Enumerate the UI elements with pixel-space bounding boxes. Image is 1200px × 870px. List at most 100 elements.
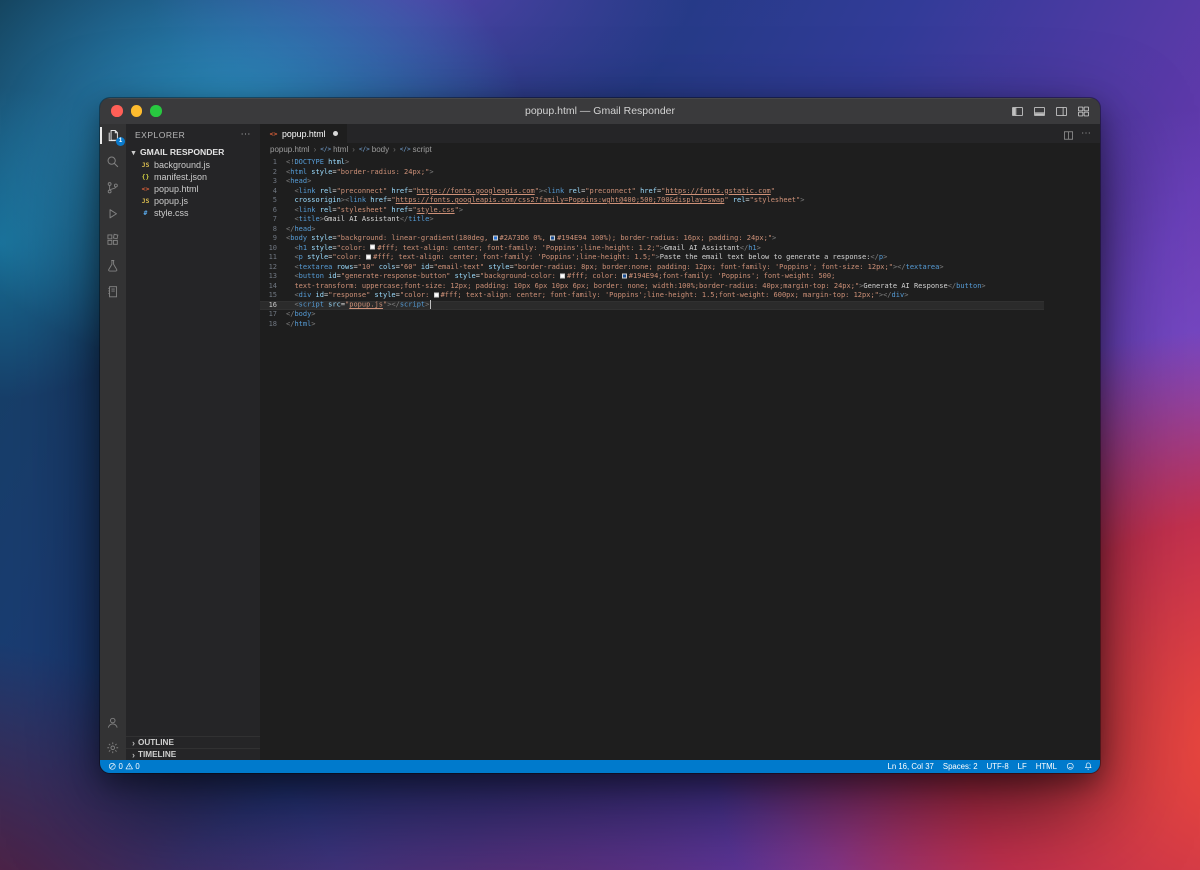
code-line-12[interactable]: 12 <textarea rows="10" cols="60" id="ema… — [260, 263, 1100, 273]
file-item-style.css[interactable]: # style.css — [126, 207, 260, 219]
zoom-button[interactable] — [150, 105, 162, 117]
color-swatch[interactable] — [366, 254, 372, 259]
code-line-4[interactable]: 4 <link rel="preconnect" href="https://f… — [260, 187, 1100, 197]
code-line-3[interactable]: 3 <head> — [260, 177, 1100, 187]
code-lines: 1 <!DOCTYPE html> 2 <html style="border-rad… — [260, 158, 1100, 329]
code-line-15[interactable]: 15 <div id="response" style="color: #fff… — [260, 291, 1100, 301]
close-button[interactable] — [111, 105, 123, 117]
activity-bar: 1 — [100, 124, 126, 760]
problems-indicator[interactable]: 0 0 — [108, 762, 140, 771]
code-line-18[interactable]: 18 </html> — [260, 320, 1100, 330]
file-item-manifest.json[interactable]: {} manifest.json — [126, 171, 260, 183]
tab-actions: ⋯ — [1063, 124, 1100, 143]
code-text: </html> — [286, 319, 316, 328]
line-number: 4 — [272, 186, 277, 195]
activity-settings-icon[interactable] — [100, 740, 126, 755]
code-line-6[interactable]: 6 <link rel="stylesheet" href="style.css… — [260, 206, 1100, 216]
activity-explorer-icon[interactable]: 1 — [100, 127, 126, 146]
color-swatch[interactable] — [621, 273, 627, 278]
folder-section-header[interactable]: ▾ GMAIL RESPONDER — [126, 145, 260, 159]
color-swatch[interactable] — [550, 235, 556, 240]
code-line-10[interactable]: 10 <h1 style="color: #fff; text-align: c… — [260, 244, 1100, 254]
code-editor[interactable]: 1 <!DOCTYPE html> 2 <html style="border-rad… — [260, 156, 1100, 760]
timeline-section[interactable]: › TIMELINE — [126, 748, 260, 760]
breadcrumb-item-script[interactable]: </> script — [400, 145, 432, 154]
code-line-9[interactable]: 9 <body style="background: linear-gradien… — [260, 234, 1100, 244]
encoding-setting[interactable]: UTF-8 — [987, 762, 1009, 771]
tab-popup-html[interactable]: <> popup.html — [260, 124, 347, 143]
code-line-14[interactable]: 14 text-transform: uppercase;font-size: … — [260, 282, 1100, 292]
breadcrumb-item-body[interactable]: </> body — [359, 145, 389, 154]
code-text: <textarea rows="10" cols="60" id="email-… — [294, 262, 944, 271]
language-mode[interactable]: HTML — [1036, 762, 1057, 771]
code-text: <link rel="stylesheet" href="style.css"> — [294, 205, 464, 214]
code-line-8[interactable]: 8 </head> — [260, 225, 1100, 235]
cursor-position[interactable]: Ln 16, Col 37 — [887, 762, 933, 771]
file-item-popup.js[interactable]: JS popup.js — [126, 195, 260, 207]
breadcrumb-item-html[interactable]: </> html — [320, 145, 348, 154]
code-line-7[interactable]: 7 <title>Gmail AI Assistant</title> — [260, 215, 1100, 225]
more-actions-icon[interactable]: ⋯ — [241, 129, 252, 140]
color-swatch[interactable] — [560, 273, 565, 278]
code-text: </head> — [286, 224, 316, 233]
timeline-label: TIMELINE — [138, 750, 177, 759]
folder-name: GMAIL RESPONDER — [140, 147, 225, 157]
file-name: popup.html — [154, 184, 199, 194]
code-line-16[interactable]: 16 <script src="popup.js"></script> — [260, 300, 1100, 310]
color-swatch[interactable] — [492, 235, 498, 240]
split-editor-icon[interactable] — [1063, 128, 1074, 140]
line-number: 11 — [268, 253, 277, 261]
error-count: 0 — [118, 762, 123, 771]
activity-account-icon[interactable] — [100, 715, 126, 730]
file-item-popup.html[interactable]: <> popup.html — [126, 183, 260, 195]
activity-search-icon[interactable] — [100, 154, 126, 169]
color-swatch[interactable] — [433, 292, 439, 297]
code-text: crossorigin><link href="https://fonts.go… — [294, 196, 805, 204]
activity-run-debug-icon[interactable] — [100, 206, 126, 221]
editor-more-actions-icon[interactable]: ⋯ — [1081, 128, 1091, 139]
activity-source-control-icon[interactable] — [100, 180, 126, 195]
layout-customize-icon[interactable] — [1077, 105, 1090, 118]
minimize-button[interactable] — [130, 105, 142, 117]
layout-sidebar-right-icon[interactable] — [1055, 105, 1068, 118]
text-cursor — [430, 300, 432, 309]
notifications-bell-icon[interactable] — [1084, 762, 1093, 771]
line-number: 18 — [268, 319, 277, 328]
indentation-setting[interactable]: Spaces: 2 — [943, 762, 978, 771]
code-line-11[interactable]: 11 <p style="color: #fff; text-align: ce… — [260, 253, 1100, 263]
line-number: 6 — [272, 205, 277, 214]
breadcrumb-item-popup.html[interactable]: popup.html — [270, 145, 310, 154]
code-line-13[interactable]: 13 <button id="generate-response-button"… — [260, 272, 1100, 282]
file-name: manifest.json — [154, 172, 208, 182]
code-line-1[interactable]: 1 <!DOCTYPE html> — [260, 158, 1100, 168]
modified-indicator[interactable] — [332, 131, 338, 136]
activity-notebook-icon[interactable] — [100, 284, 126, 299]
line-number: 3 — [272, 177, 277, 185]
explorer-header: EXPLORER ⋯ — [126, 124, 260, 145]
title-bar[interactable]: popup.html — Gmail Responder — [100, 98, 1100, 124]
outline-section[interactable]: › OUTLINE — [126, 736, 260, 748]
chevron-right-icon: › — [132, 749, 135, 760]
minimap[interactable] — [1044, 156, 1100, 760]
code-line-5[interactable]: 5 crossorigin><link href="https://fonts.… — [260, 196, 1100, 206]
code-line-17[interactable]: 17 </body> — [260, 310, 1100, 320]
editor-area: <> popup.html ⋯ popup.html › </> html › </> bo… — [260, 124, 1100, 760]
layout-sidebar-left-icon[interactable] — [1011, 105, 1024, 118]
feedback-icon[interactable] — [1066, 762, 1075, 771]
eol-setting[interactable]: LF — [1018, 762, 1027, 771]
layout-panel-icon[interactable] — [1033, 105, 1046, 118]
color-swatch[interactable] — [370, 244, 376, 250]
code-text: <head> — [286, 177, 312, 185]
js-file-icon: JS — [141, 197, 150, 205]
symbol-tag-icon: </> — [320, 146, 332, 153]
activity-extensions-icon[interactable] — [100, 232, 126, 247]
activity-testing-icon[interactable] — [100, 258, 126, 273]
file-item-background.js[interactable]: JS background.js — [126, 159, 260, 171]
outline-label: OUTLINE — [138, 738, 174, 747]
line-number: 14 — [268, 281, 277, 290]
code-line-2[interactable]: 2 <html style="border-radius: 24px;"> — [260, 168, 1100, 178]
explorer-title: EXPLORER — [135, 129, 186, 140]
code-text: <html style="border-radius: 24px;"> — [286, 167, 434, 176]
line-number: 12 — [268, 262, 277, 271]
line-number: 13 — [268, 272, 277, 280]
